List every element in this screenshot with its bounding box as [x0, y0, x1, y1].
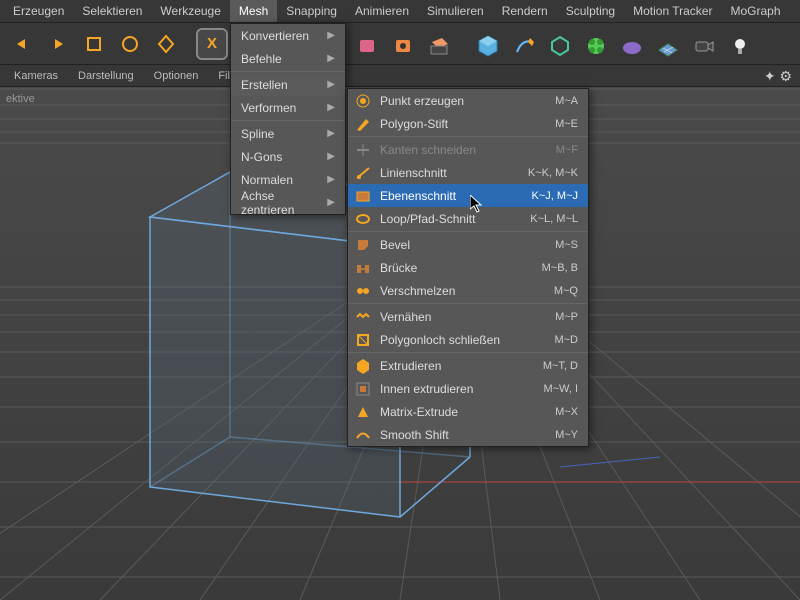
inner-icon: [354, 380, 372, 398]
linecut-icon: [354, 164, 372, 182]
menuitem-verformen[interactable]: Verformen▶: [231, 96, 345, 119]
weld-icon: [354, 282, 372, 300]
viewmenu-darstellung[interactable]: Darstellung: [68, 67, 144, 85]
menuitem-befehle[interactable]: Befehle▶: [231, 47, 345, 70]
point-icon: [354, 92, 372, 110]
menuitem-konvertieren[interactable]: Konvertieren▶: [231, 24, 345, 47]
settings-icon[interactable]: ✦ ⚙: [764, 68, 792, 85]
menu-motion tracker[interactable]: Motion Tracker: [624, 0, 721, 22]
menuitem-n-gons[interactable]: N-Gons▶: [231, 145, 345, 168]
close-icon: [354, 331, 372, 349]
menuitem-erstellen[interactable]: Erstellen▶: [231, 73, 345, 96]
menuitem-spline[interactable]: Spline▶: [231, 122, 345, 145]
menu-rendern[interactable]: Rendern: [493, 0, 557, 22]
menu-mograph[interactable]: MoGraph: [721, 0, 789, 22]
viewmenu-kameras[interactable]: Kameras: [4, 67, 68, 85]
menuitem-achse-zentrieren[interactable]: Achse zentrieren▶: [231, 191, 345, 214]
environment-icon[interactable]: [616, 30, 648, 62]
menuitem-bevel[interactable]: BevelM~S: [348, 233, 588, 256]
menuitem-vern-hen[interactable]: VernähenM~P: [348, 305, 588, 328]
erstellen-submenu[interactable]: Punkt erzeugenM~APolygon-StiftM~E Kanten …: [347, 88, 589, 447]
menuitem-matrix-extrude[interactable]: Matrix-ExtrudeM~X: [348, 400, 588, 423]
menuitem-polygonloch-schlie-en[interactable]: Polygonloch schließenM~D: [348, 328, 588, 351]
menuitem-kanten-schneiden: Kanten schneidenM~F: [348, 138, 588, 161]
menuitem-br-cke[interactable]: BrückeM~B, B: [348, 256, 588, 279]
edgecut-icon: [354, 141, 372, 159]
menu-werkzeuge[interactable]: Werkzeuge: [151, 0, 229, 22]
light-icon[interactable]: [724, 30, 756, 62]
redo-button[interactable]: [42, 28, 74, 60]
stitch-icon: [354, 308, 372, 326]
tool-cube-button[interactable]: [78, 28, 110, 60]
menu-simulieren[interactable]: Simulieren: [418, 0, 493, 22]
spline-pen-icon[interactable]: [508, 30, 540, 62]
menuitem-verschmelzen[interactable]: VerschmelzenM~Q: [348, 279, 588, 302]
menuitem-ebenenschnitt[interactable]: EbenenschnittK~J, M~J: [348, 184, 588, 207]
floor-icon[interactable]: [652, 30, 684, 62]
menu-erzeugen[interactable]: Erzeugen: [4, 0, 73, 22]
right-toolbar: [352, 30, 756, 62]
bridge-icon: [354, 259, 372, 277]
menu-selektieren[interactable]: Selektieren: [73, 0, 151, 22]
planecut-icon: [354, 187, 372, 205]
generator-icon[interactable]: [544, 30, 576, 62]
camera-icon[interactable]: [688, 30, 720, 62]
matrix-icon: [354, 403, 372, 421]
menu-sculpting[interactable]: Sculpting: [557, 0, 624, 22]
menuitem-punkt-erzeugen[interactable]: Punkt erzeugenM~A: [348, 89, 588, 112]
menuitem-smooth-shift[interactable]: Smooth ShiftM~Y: [348, 423, 588, 446]
viewport-menubar: KamerasDarstellungOptionenFil: [0, 65, 800, 87]
menuitem-linienschnitt[interactable]: LinienschnittK~K, M~K: [348, 161, 588, 184]
undo-button[interactable]: [6, 28, 38, 60]
extrude-icon: [354, 357, 372, 375]
deformer-icon[interactable]: [580, 30, 612, 62]
menuitem-loop-pfad-schnitt[interactable]: Loop/Pfad-SchnittK~L, M~L: [348, 207, 588, 230]
tool-circle-button[interactable]: [114, 28, 146, 60]
loopcut-icon: [354, 210, 372, 228]
viewmenu-optionen[interactable]: Optionen: [144, 67, 209, 85]
mesh-menu[interactable]: Konvertieren▶Befehle▶ Erstellen▶Verformen…: [230, 23, 346, 215]
main-menubar: ErzeugenSelektierenWerkzeugeMeshSnapping…: [0, 0, 800, 23]
bevel-icon: [354, 236, 372, 254]
menuitem-innen-extrudieren[interactable]: Innen extrudierenM~W, I: [348, 377, 588, 400]
tool-c-icon[interactable]: [424, 30, 456, 62]
menuitem-extrudieren[interactable]: ExtrudierenM~T, D: [348, 354, 588, 377]
menu-animieren[interactable]: Animieren: [346, 0, 418, 22]
primitive-cube-icon[interactable]: [472, 30, 504, 62]
menu-mesh[interactable]: Mesh: [230, 0, 277, 22]
pen-icon: [354, 115, 372, 133]
axis-x-button[interactable]: X: [196, 28, 228, 60]
tool-diamond-button[interactable]: [150, 28, 182, 60]
menu-snapping[interactable]: Snapping: [277, 0, 346, 22]
tool-a-icon[interactable]: [352, 30, 384, 62]
tool-b-icon[interactable]: [388, 30, 420, 62]
menuitem-polygon-stift[interactable]: Polygon-StiftM~E: [348, 112, 588, 135]
smooth-icon: [354, 426, 372, 444]
